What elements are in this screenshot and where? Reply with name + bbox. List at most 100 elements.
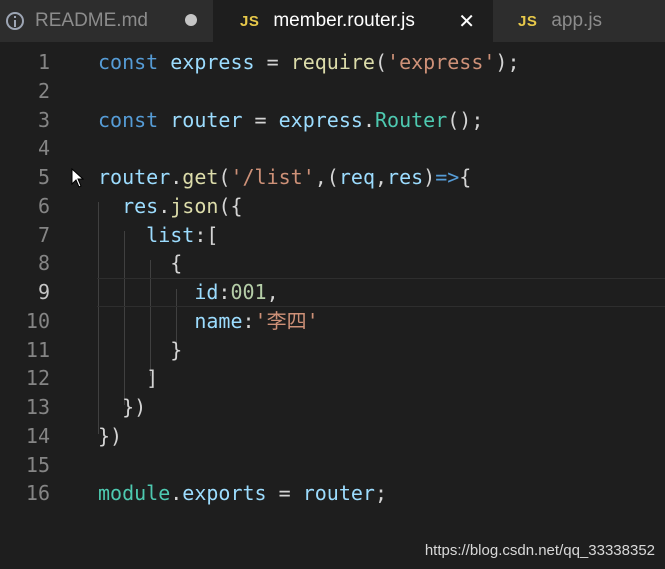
code-token: '/list' bbox=[230, 165, 315, 189]
code-token: : bbox=[242, 308, 255, 333]
code-text: list:[ bbox=[98, 221, 218, 250]
code-token: id bbox=[194, 280, 219, 304]
code-token: : bbox=[218, 280, 231, 304]
code-token: ( bbox=[218, 165, 231, 189]
info-icon bbox=[6, 12, 24, 30]
code-text: const express = require('express'); bbox=[98, 48, 520, 77]
line-number: 2 bbox=[37, 78, 50, 103]
tab-readme[interactable]: README.md bbox=[0, 0, 213, 42]
code-token: ( bbox=[374, 50, 388, 74]
line-number: 12 bbox=[25, 366, 50, 391]
line-number: 16 bbox=[25, 481, 50, 506]
code-text: id:001, bbox=[98, 278, 279, 307]
code-token: . bbox=[170, 481, 183, 506]
code-text: }) bbox=[98, 422, 122, 451]
code-line[interactable]: 2 bbox=[0, 77, 665, 106]
tab-label: member.router.js bbox=[273, 10, 415, 31]
line-number: 13 bbox=[25, 395, 50, 419]
code-token: , bbox=[374, 165, 388, 189]
code-token: module bbox=[98, 481, 171, 506]
code-token: ] bbox=[98, 366, 159, 391]
code-token: => bbox=[435, 165, 460, 189]
code-line[interactable]: 15 bbox=[0, 451, 665, 480]
watermark: https://blog.csdn.net/qq_33338352 bbox=[424, 542, 655, 559]
code-token: express bbox=[278, 107, 363, 132]
code-token: res bbox=[122, 193, 159, 218]
tab-label: README.md bbox=[35, 10, 148, 31]
code-token: ,( bbox=[314, 165, 339, 189]
code-token: ) bbox=[423, 165, 436, 189]
tab-member-router[interactable]: JS member.router.js ✕ bbox=[213, 0, 493, 42]
line-number: 7 bbox=[37, 222, 50, 247]
code-line[interactable]: 4 bbox=[0, 134, 665, 163]
code-token: = bbox=[242, 107, 279, 132]
code-line[interactable]: 8 { bbox=[0, 249, 665, 278]
code-token: :[ bbox=[194, 222, 219, 247]
code-line[interactable]: 1 const express = require('express'); bbox=[0, 48, 665, 77]
tab-app[interactable]: JS app.js bbox=[493, 0, 665, 42]
code-token: router bbox=[302, 481, 375, 506]
code-token: name bbox=[194, 308, 243, 333]
code-token: . bbox=[362, 107, 375, 132]
code-line[interactable]: 5 router.get('/list',(req,res)=>{ bbox=[0, 163, 665, 192]
code-token: . bbox=[158, 193, 171, 218]
code-token: { bbox=[98, 251, 183, 276]
code-line[interactable]: 13 }) bbox=[0, 393, 665, 422]
code-token: const bbox=[98, 50, 159, 74]
line-number: 4 bbox=[37, 136, 50, 161]
code-text: } bbox=[98, 336, 182, 365]
code-text: module.exports = router; bbox=[98, 479, 387, 508]
code-token: json bbox=[170, 193, 219, 218]
js-icon: JS bbox=[518, 12, 538, 30]
code-token: get bbox=[182, 165, 219, 189]
line-number: 1 bbox=[37, 50, 50, 74]
tab-label: app.js bbox=[551, 10, 603, 31]
code-token: = bbox=[266, 481, 303, 506]
code-line[interactable]: 9 id:001, bbox=[0, 278, 665, 307]
code-line[interactable]: 16 module.exports = router; bbox=[0, 479, 665, 508]
code-token: . bbox=[170, 165, 183, 189]
code-line[interactable]: 10 name:'李四' bbox=[0, 307, 665, 336]
code-token: const bbox=[98, 107, 159, 132]
code-line[interactable]: 3 const router = express.Router(); bbox=[0, 106, 665, 135]
code-token: , bbox=[266, 280, 279, 304]
code-editor[interactable]: 1 const express = require('express'); 2 3 co… bbox=[0, 42, 665, 569]
code-line[interactable]: 6 res.json({ bbox=[0, 192, 665, 221]
code-line[interactable]: 14}) bbox=[0, 422, 665, 451]
code-token: = bbox=[254, 50, 291, 74]
line-number: 11 bbox=[25, 337, 50, 362]
code-token: Router bbox=[374, 107, 448, 132]
code-token: '李四' bbox=[254, 308, 319, 333]
code-token: ; bbox=[374, 481, 388, 506]
code-line[interactable]: 11 } bbox=[0, 336, 665, 365]
line-number: 8 bbox=[37, 251, 50, 276]
code-token: { bbox=[459, 165, 472, 189]
mouse-pointer-icon bbox=[71, 168, 85, 188]
code-token: req bbox=[338, 165, 375, 189]
code-text: router.get('/list',(req,res)=>{ bbox=[98, 163, 471, 192]
code-line[interactable]: 7 list:[ bbox=[0, 221, 665, 250]
code-text: name:'李四' bbox=[98, 307, 319, 336]
code-token: }) bbox=[98, 423, 123, 448]
unsaved-dot-icon[interactable] bbox=[185, 14, 197, 26]
code-token: require bbox=[290, 50, 375, 74]
code-token: } bbox=[98, 337, 183, 362]
line-number: 6 bbox=[37, 193, 50, 218]
code-token: ); bbox=[495, 50, 520, 74]
code-text: }) bbox=[98, 393, 146, 422]
tab-bar: README.md JS member.router.js ✕ JS app.j… bbox=[0, 0, 665, 42]
code-text: res.json({ bbox=[98, 192, 242, 221]
code-line[interactable]: 12 ] bbox=[0, 364, 665, 393]
code-token: exports bbox=[182, 481, 267, 506]
line-number: 9 bbox=[37, 280, 50, 304]
code-token: 'express' bbox=[387, 50, 496, 74]
code-token: express bbox=[170, 50, 255, 74]
line-number: 3 bbox=[37, 107, 50, 132]
close-icon[interactable]: ✕ bbox=[458, 9, 475, 33]
code-token: 001 bbox=[230, 280, 267, 304]
